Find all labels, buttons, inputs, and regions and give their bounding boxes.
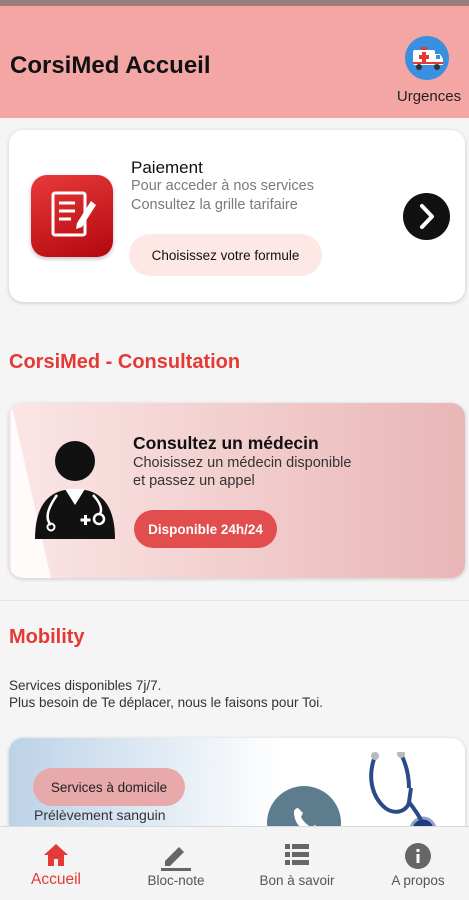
ambulance-icon [405,36,449,80]
availability-badge[interactable]: Disponible 24h/24 [134,510,277,548]
chevron-right-icon[interactable] [403,193,450,240]
consultation-section-title: CorsiMed - Consultation [9,351,241,373]
app-header: CorsiMed Accueil Urgences [0,6,469,118]
urgences-label: Urgences [396,88,462,105]
nav-label: Bloc-note [147,873,205,888]
home-icon [44,844,68,866]
payment-title: Paiement [131,158,203,177]
nav-label: Bon à savoir [259,873,335,888]
nav-bon-a-savoir[interactable]: Bon à savoir [251,827,343,900]
urgences-button[interactable]: Urgences [393,32,465,114]
nav-bloc-note[interactable]: Bloc-note [130,827,222,900]
consultation-line1: Choisissez un médecin disponible [133,455,352,471]
info-icon [405,843,431,869]
nav-accueil[interactable]: Accueil [10,827,102,900]
consultation-card[interactable]: Consultez un médecin Choisissez un médec… [9,403,465,578]
home-services-card[interactable]: Services à domicile Prélèvement sanguin [9,738,465,838]
home-services-button[interactable]: Services à domicile [33,768,185,806]
doctor-icon [29,439,125,539]
nav-a-propos[interactable]: A propos [372,827,464,900]
payment-line2: Consultez la grille tarifaire [131,197,298,213]
mobility-section-title: Mobility [9,626,85,648]
pencil-icon [161,847,191,871]
payment-card[interactable]: Paiement Pour acceder à nos services Con… [9,130,465,302]
payment-line1: Pour acceder à nos services [131,178,314,194]
nav-label: A propos [391,873,445,888]
mobility-line2: Plus besoin de Te déplacer, nous le fais… [9,695,323,710]
nav-label: Accueil [31,871,81,888]
consultation-line2: et passez un appel [133,473,255,489]
choose-formula-button[interactable]: Choisissez votre formule [129,234,322,276]
mobility-line1: Services disponibles 7j/7. [9,678,162,693]
home-services-subtitle: Prélèvement sanguin [34,807,166,823]
document-edit-icon [31,175,113,257]
list-icon [285,844,309,865]
section-divider [0,600,469,601]
bottom-navigation: Accueil Bloc-note Bon à savoir A propos [0,826,469,900]
page-title: CorsiMed Accueil [10,52,211,79]
consultation-title: Consultez un médecin [133,433,319,453]
